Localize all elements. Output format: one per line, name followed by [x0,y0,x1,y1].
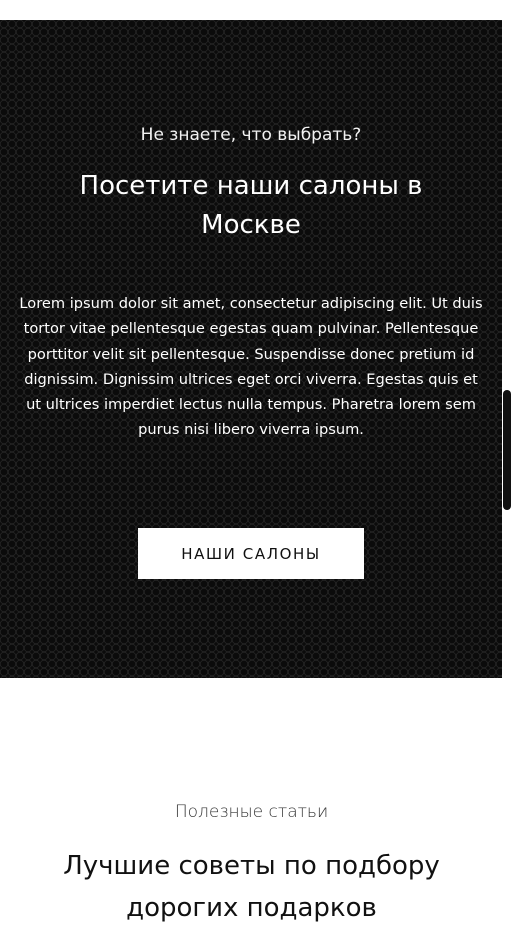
promo-title: Посетите наши салоны в Москве [79,171,423,240]
promo-eyebrow: Не знаете, что выбрать? [140,125,362,145]
articles-title: Лучшие советы по подбору дорогих подарко… [63,851,440,923]
page: Не знаете, что выбрать? Посетите наши са… [0,0,511,950]
salons-promo-section: Не знаете, что выбрать? Посетите наши са… [0,20,502,678]
our-salons-button[interactable]: НАШИ САЛОНЫ [138,528,364,579]
scrollbar-thumb[interactable] [503,390,511,510]
promo-description: Lorem ipsum dolor sit amet, consectetur … [19,295,483,439]
articles-eyebrow: Полезные статьи [174,802,329,822]
